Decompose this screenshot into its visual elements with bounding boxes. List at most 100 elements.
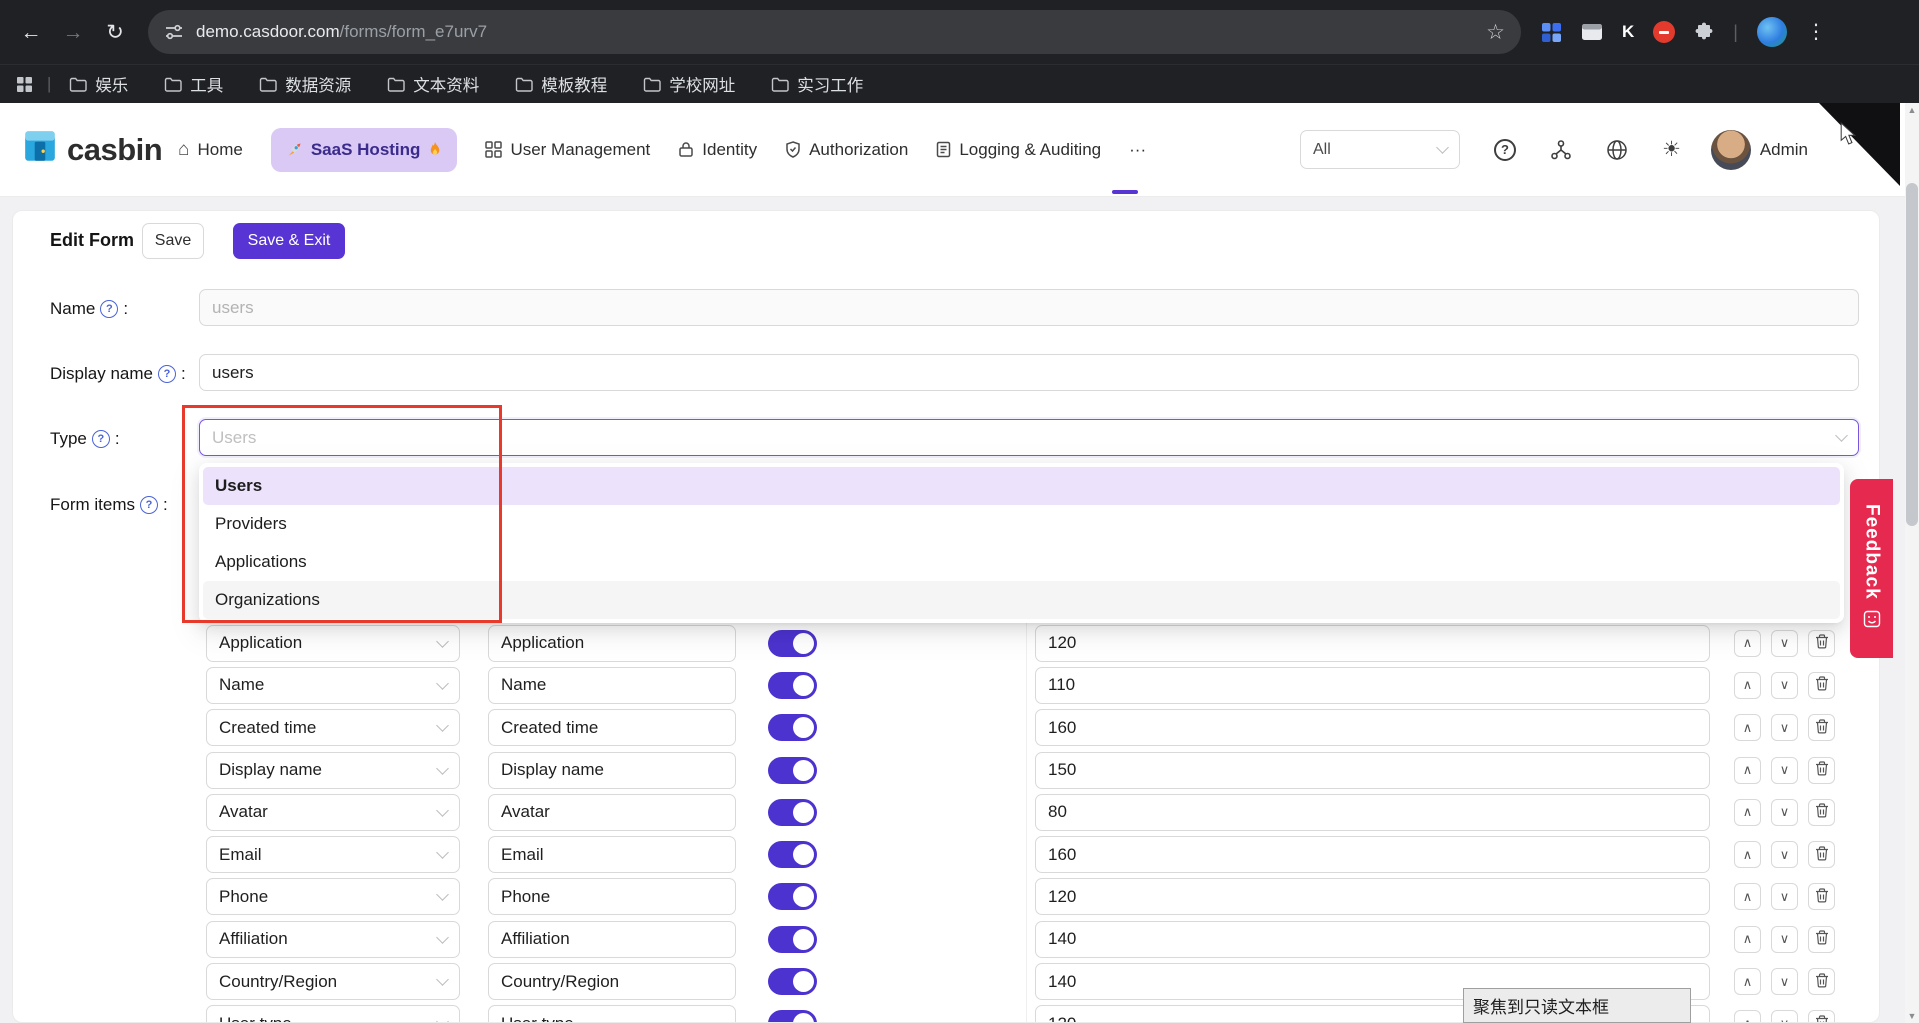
nav-item-user-management[interactable]: User Management <box>485 140 650 160</box>
item-visible-toggle[interactable] <box>768 799 817 826</box>
forward-button[interactable]: → <box>52 11 94 53</box>
item-visible-toggle[interactable] <box>768 1010 817 1023</box>
help-icon[interactable]: ? <box>100 300 118 318</box>
language-globe-icon[interactable] <box>1606 139 1628 161</box>
item-visible-toggle[interactable] <box>768 926 817 953</box>
move-up-button[interactable]: ∧ <box>1734 883 1761 910</box>
theme-sun-icon[interactable]: ☀ <box>1662 139 1681 160</box>
move-up-button[interactable]: ∧ <box>1734 1010 1761 1023</box>
item-visible-toggle[interactable] <box>768 672 817 699</box>
site-settings-icon[interactable] <box>164 22 184 42</box>
move-down-button[interactable]: ∨ <box>1771 799 1798 826</box>
casdoor-logo[interactable]: casbin <box>22 129 162 170</box>
item-name-select[interactable]: Phone <box>206 878 460 915</box>
help-icon[interactable]: ? <box>1494 139 1516 161</box>
bookmark-folder[interactable]: 实习工作 <box>771 72 863 96</box>
item-name-select[interactable]: Display name <box>206 752 460 789</box>
save-and-exit-button[interactable]: Save & Exit <box>233 223 345 259</box>
nav-item-logging-auditing[interactable]: Logging & Auditing <box>936 140 1101 160</box>
item-name-select[interactable]: Country/Region <box>206 963 460 1000</box>
page-scrollbar[interactable]: ▲ ▼ <box>1905 103 1919 1023</box>
type-option-users[interactable]: Users <box>203 467 1840 505</box>
back-button[interactable]: ← <box>10 11 52 53</box>
move-down-button[interactable]: ∨ <box>1771 1010 1798 1023</box>
reload-button[interactable]: ↻ <box>94 11 136 53</box>
item-width-input[interactable] <box>1035 878 1710 915</box>
admin-avatar[interactable] <box>1711 130 1751 170</box>
bookmark-folder[interactable]: 学校网址 <box>643 72 735 96</box>
nav-item-saas-hosting[interactable]: SaaS Hosting <box>271 128 458 172</box>
type-option-applications[interactable]: Applications <box>203 543 1840 581</box>
nav-item-identity[interactable]: Identity <box>678 140 757 160</box>
bookmark-folder[interactable]: 模板教程 <box>515 72 607 96</box>
item-name-select[interactable]: Avatar <box>206 794 460 831</box>
item-width-input[interactable] <box>1035 921 1710 958</box>
help-icon[interactable]: ? <box>140 496 158 514</box>
browser-profile-avatar[interactable] <box>1757 17 1787 47</box>
admin-name[interactable]: Admin <box>1760 140 1808 160</box>
item-name-select[interactable]: Affiliation <box>206 921 460 958</box>
item-width-input[interactable] <box>1035 709 1710 746</box>
item-visible-toggle[interactable] <box>768 883 817 910</box>
address-bar[interactable]: demo.casdoor.com /forms/form_e7urv7 ☆ <box>148 10 1521 54</box>
type-option-providers[interactable]: Providers <box>203 505 1840 543</box>
move-up-button[interactable]: ∧ <box>1734 672 1761 699</box>
org-tree-icon[interactable] <box>1550 139 1572 161</box>
item-display-name-input[interactable] <box>488 963 736 1000</box>
item-name-select[interactable]: Application <box>206 625 460 662</box>
move-up-button[interactable]: ∧ <box>1734 757 1761 784</box>
move-up-button[interactable]: ∧ <box>1734 630 1761 657</box>
item-width-input[interactable] <box>1035 836 1710 873</box>
card-extension-icon[interactable] <box>1581 23 1603 41</box>
k-extension-icon[interactable]: K <box>1622 22 1634 42</box>
item-name-select[interactable]: Created time <box>206 709 460 746</box>
move-down-button[interactable]: ∨ <box>1771 926 1798 953</box>
delete-row-button[interactable] <box>1808 799 1835 826</box>
move-down-button[interactable]: ∨ <box>1771 883 1798 910</box>
delete-row-button[interactable] <box>1808 1010 1835 1023</box>
red-extension-icon[interactable] <box>1653 21 1675 43</box>
delete-row-button[interactable] <box>1808 714 1835 741</box>
move-up-button[interactable]: ∧ <box>1734 841 1761 868</box>
item-display-name-input[interactable] <box>488 709 736 746</box>
item-display-name-input[interactable] <box>488 794 736 831</box>
delete-row-button[interactable] <box>1808 630 1835 657</box>
bookmark-star-icon[interactable]: ☆ <box>1486 22 1505 43</box>
item-name-select[interactable]: Email <box>206 836 460 873</box>
type-option-organizations[interactable]: Organizations <box>203 581 1840 619</box>
bookmark-folder[interactable]: 娱乐 <box>69 72 128 96</box>
delete-row-button[interactable] <box>1808 757 1835 784</box>
item-visible-toggle[interactable] <box>768 757 817 784</box>
move-up-button[interactable]: ∧ <box>1734 714 1761 741</box>
nav-item-home[interactable]: ⌂Home <box>178 140 243 160</box>
move-down-button[interactable]: ∨ <box>1771 757 1798 784</box>
item-visible-toggle[interactable] <box>768 714 817 741</box>
item-display-name-input[interactable] <box>488 921 736 958</box>
item-visible-toggle[interactable] <box>768 630 817 657</box>
item-width-input[interactable] <box>1035 794 1710 831</box>
item-name-select[interactable]: User type <box>206 1005 460 1023</box>
item-width-input[interactable] <box>1035 625 1710 662</box>
item-display-name-input[interactable] <box>488 752 736 789</box>
move-down-button[interactable]: ∨ <box>1771 672 1798 699</box>
bookmark-folder[interactable]: 数据资源 <box>259 72 351 96</box>
help-icon[interactable]: ? <box>92 430 110 448</box>
move-down-button[interactable]: ∨ <box>1771 841 1798 868</box>
move-up-button[interactable]: ∧ <box>1734 926 1761 953</box>
item-display-name-input[interactable] <box>488 836 736 873</box>
help-icon[interactable]: ? <box>158 365 176 383</box>
move-up-button[interactable]: ∧ <box>1734 968 1761 995</box>
browser-menu-icon[interactable]: ⋮ <box>1806 22 1826 42</box>
scrollbar-thumb[interactable] <box>1906 183 1918 526</box>
nav-item-authorization[interactable]: Authorization <box>785 140 908 160</box>
delete-row-button[interactable] <box>1808 968 1835 995</box>
name-input[interactable] <box>199 289 1859 326</box>
bookmark-folder[interactable]: 工具 <box>164 72 223 96</box>
apps-grid-icon[interactable] <box>16 76 33 93</box>
item-width-input[interactable] <box>1035 667 1710 704</box>
puzzle-extensions-icon[interactable] <box>1694 22 1714 42</box>
move-up-button[interactable]: ∧ <box>1734 799 1761 826</box>
item-display-name-input[interactable] <box>488 878 736 915</box>
move-down-button[interactable]: ∨ <box>1771 630 1798 657</box>
delete-row-button[interactable] <box>1808 672 1835 699</box>
